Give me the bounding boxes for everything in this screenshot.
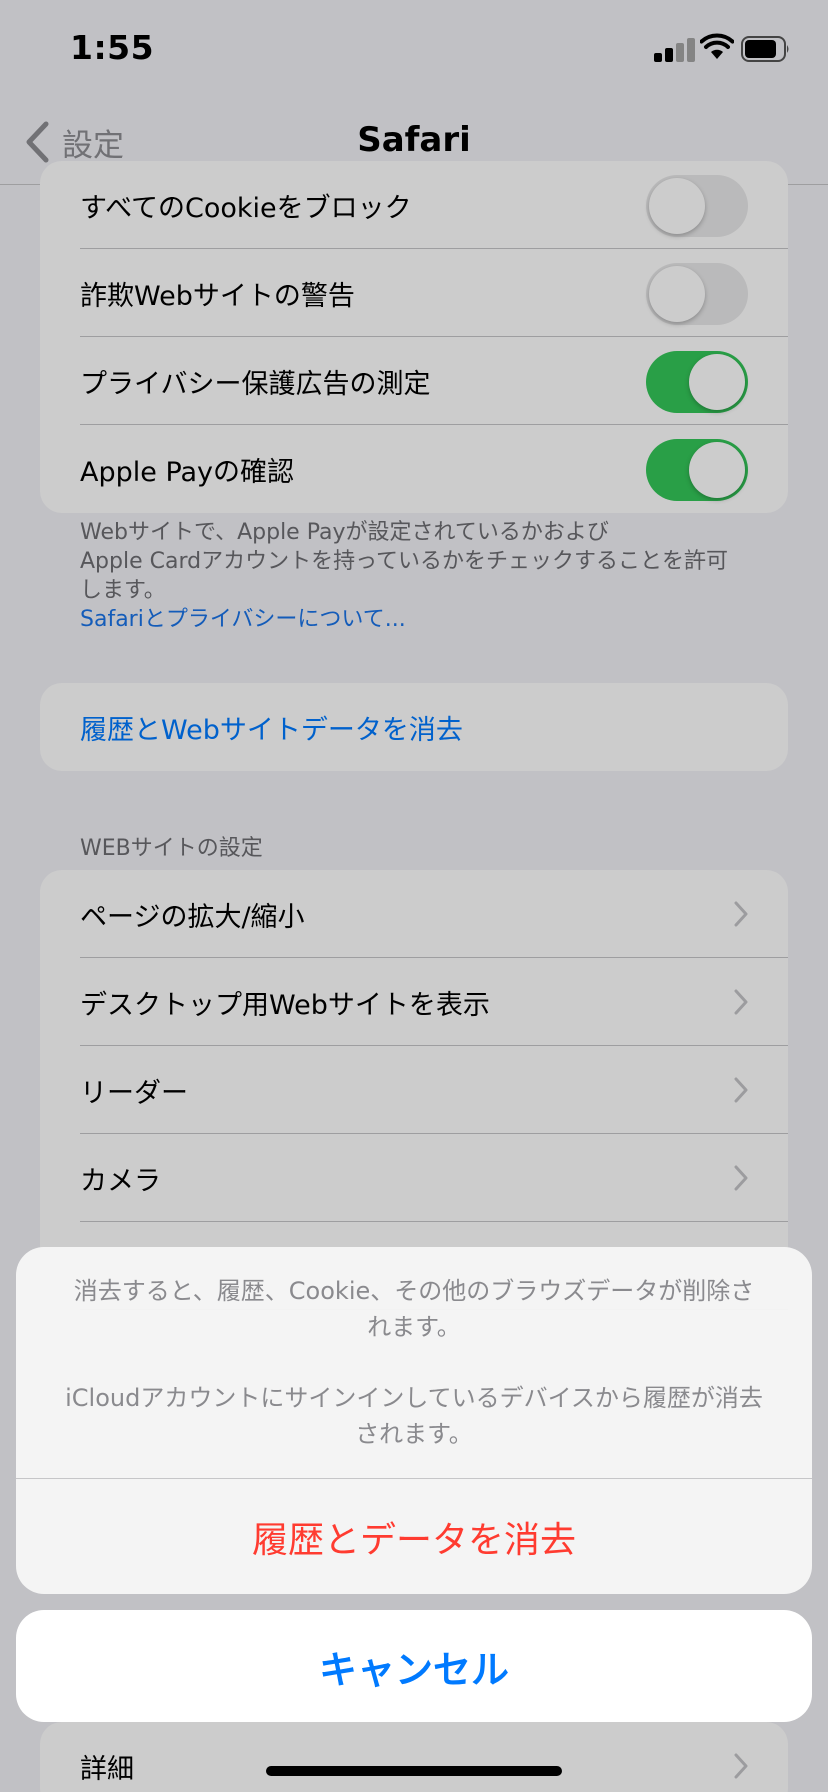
home-indicator[interactable] xyxy=(266,1766,562,1776)
message-line: されます。 xyxy=(355,1420,473,1448)
clear-history-and-data-button[interactable]: 履歴とデータを消去 xyxy=(16,1479,812,1594)
action-sheet-message-icloud: iCloudアカウントにサインインしているデバイスから履歴が消去 されます。 xyxy=(56,1380,772,1452)
message-line: 消去すると、履歴、Cookie、その他のブラウズデータが削除さ xyxy=(73,1277,755,1305)
settings-screen: 1:55 設定 Safari すべてのCookieをブロック 詐欺Webサイトの… xyxy=(0,0,828,1792)
message-line: iCloudアカウントにサインインしているデバイスから履歴が消去 xyxy=(65,1384,763,1412)
cancel-button[interactable]: キャンセル xyxy=(16,1610,812,1722)
action-sheet: 消去すると、履歴、Cookie、その他のブラウズデータが削除さ れます。 iCl… xyxy=(16,1247,812,1594)
message-line: れます。 xyxy=(367,1313,461,1341)
action-sheet-message: 消去すると、履歴、Cookie、その他のブラウズデータが削除さ れます。 xyxy=(56,1273,772,1345)
